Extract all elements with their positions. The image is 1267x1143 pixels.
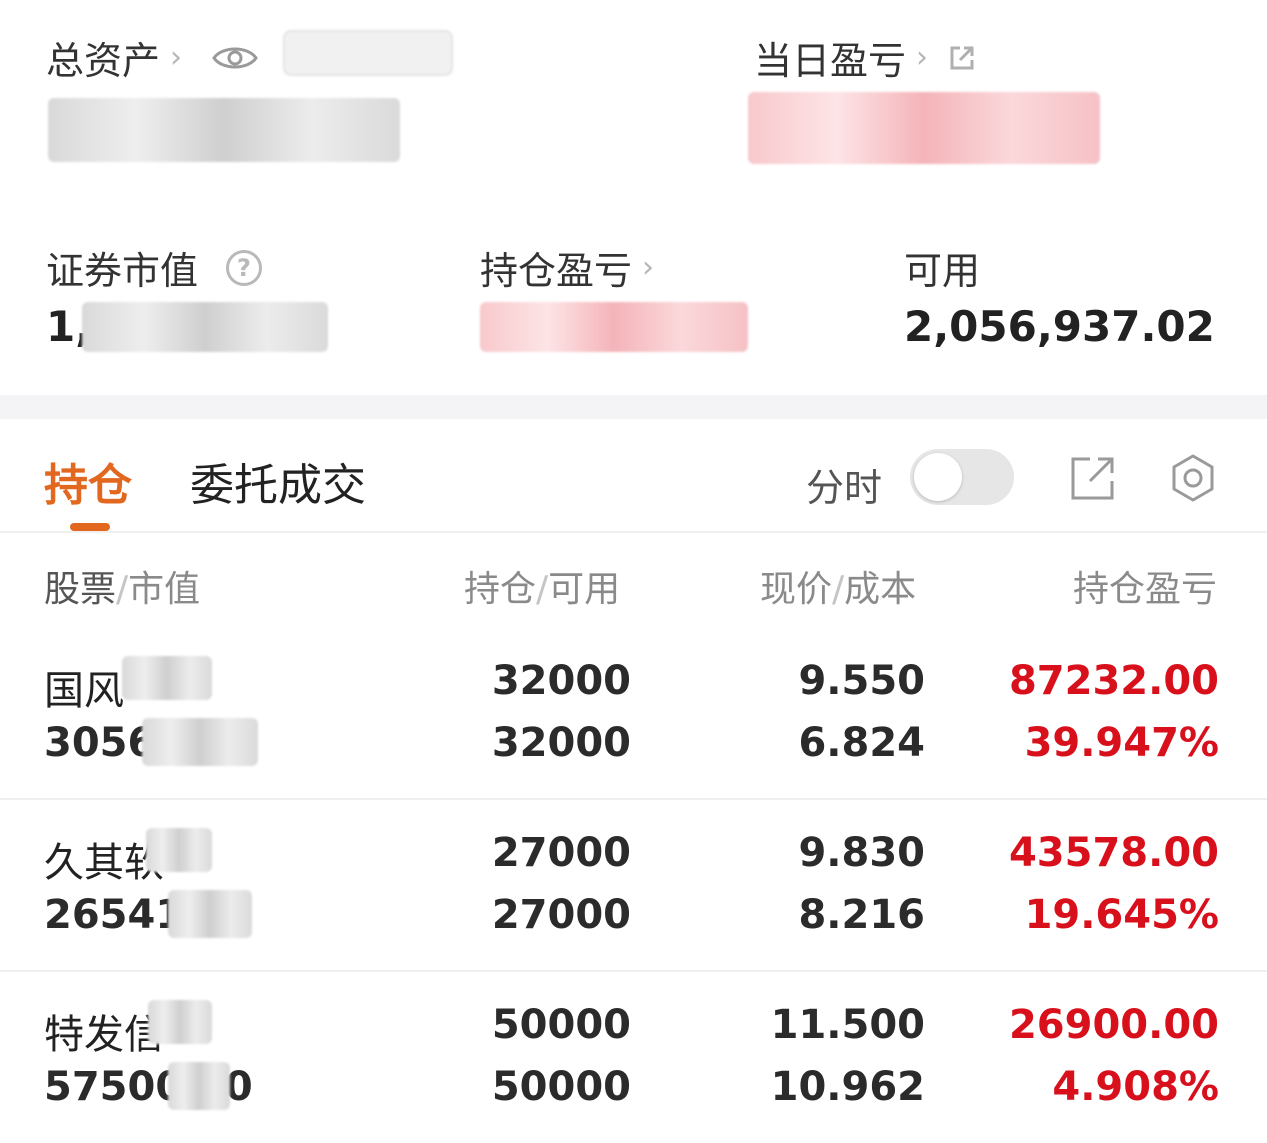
masked-text xyxy=(168,1062,230,1110)
header-price: 现价 xyxy=(760,569,833,610)
current-price: 9.550 xyxy=(798,658,925,704)
active-tab-indicator xyxy=(70,523,110,531)
masked-text xyxy=(142,718,258,766)
masked-text xyxy=(146,828,212,872)
current-price: 9.830 xyxy=(798,830,925,876)
holding-qty: 50000 xyxy=(491,1002,631,1048)
header-cost: 成本 xyxy=(844,569,917,610)
header-stock-market-value: 股票/市值 xyxy=(44,560,200,612)
cost-price: 6.824 xyxy=(798,720,925,766)
header-pnl: 持仓盈亏 xyxy=(1073,569,1218,610)
intraday-label: 分时 xyxy=(806,466,883,510)
header-separator: / xyxy=(832,569,845,610)
question-icon[interactable]: ? xyxy=(226,249,263,286)
gear-icon[interactable] xyxy=(1168,453,1218,503)
pnl-percent: 39.947% xyxy=(1024,720,1219,766)
chevron-right-icon: › xyxy=(642,250,655,285)
total-assets-value-masked xyxy=(48,98,400,162)
available-value: 2,056,937.02 xyxy=(904,302,1215,351)
toggle-knob xyxy=(914,453,962,501)
market-value-label: 证券市值 xyxy=(46,249,199,293)
header-separator: / xyxy=(116,569,129,610)
market-value-item: 证券市值 ? xyxy=(46,240,263,295)
position-pnl-label: 持仓盈亏 xyxy=(480,249,633,293)
tab-orders[interactable]: 委托成交 xyxy=(190,449,366,513)
masked-text xyxy=(168,890,252,938)
table-row[interactable]: 国风 3056 32000 32000 9.550 6.824 87232.00… xyxy=(0,628,1267,800)
stock-name: 特发信 xyxy=(44,1012,164,1058)
available-label: 可用 xyxy=(904,249,981,293)
daily-pnl-label: 当日盈亏 xyxy=(754,39,907,83)
table-row[interactable]: 特发信 57500 00 50000 50000 11.500 10.962 2… xyxy=(0,972,1267,1143)
chevron-right-icon: › xyxy=(170,40,183,75)
current-price: 11.500 xyxy=(770,1002,925,1048)
total-assets-label: 总资产 xyxy=(46,39,161,83)
market-value-masked xyxy=(82,302,328,352)
header-market-value: 市值 xyxy=(128,569,201,610)
header-stock: 股票 xyxy=(44,569,117,610)
header-separator: / xyxy=(536,569,549,610)
cost-price: 8.216 xyxy=(798,892,925,938)
pnl-amount: 43578.00 xyxy=(1008,830,1219,876)
total-assets-button[interactable]: 总资产 › xyxy=(46,30,258,85)
chevron-right-icon: › xyxy=(916,40,929,75)
daily-pnl-value-masked xyxy=(748,92,1100,164)
pnl-amount: 87232.00 xyxy=(1008,658,1219,704)
available-qty: 50000 xyxy=(491,1064,631,1110)
account-summary: 总资产 › 当日盈亏 › 证券市值 ? 1, 持仓盈亏 › 可用 2,056,9… xyxy=(0,0,1267,395)
masked-text xyxy=(148,1000,212,1044)
external-link-icon[interactable] xyxy=(1068,453,1118,503)
pnl-percent: 4.908% xyxy=(1052,1064,1219,1110)
masked-text xyxy=(122,656,212,700)
holdings-table-header: 股票/市值 持仓/可用 现价/成本 持仓盈亏 xyxy=(0,540,1267,620)
position-pnl-button[interactable]: 持仓盈亏 › xyxy=(480,240,654,295)
cost-price: 10.962 xyxy=(770,1064,925,1110)
holding-qty: 32000 xyxy=(491,658,631,704)
external-link-icon[interactable] xyxy=(946,42,978,74)
stock-market-value: 3056 xyxy=(44,720,156,766)
header-available: 可用 xyxy=(548,569,621,610)
section-divider xyxy=(0,395,1267,419)
header-holding-available: 持仓/可用 xyxy=(464,560,620,612)
pnl-percent: 19.645% xyxy=(1024,892,1219,938)
header-price-cost: 现价/成本 xyxy=(760,560,916,612)
available-qty: 27000 xyxy=(491,892,631,938)
table-row[interactable]: 久其软 265416 27000 27000 9.830 8.216 43578… xyxy=(0,800,1267,972)
header-holding: 持仓 xyxy=(464,569,537,610)
tab-positions[interactable]: 持仓 xyxy=(44,449,132,513)
holding-qty: 27000 xyxy=(491,830,631,876)
stock-name: 国风 xyxy=(44,668,124,714)
intraday-toggle[interactable] xyxy=(910,449,1014,505)
tab-bar: 持仓 委托成交 分时 xyxy=(0,419,1267,533)
daily-pnl-button[interactable]: 当日盈亏 › xyxy=(754,30,978,85)
pnl-amount: 26900.00 xyxy=(1008,1002,1219,1048)
masked-value xyxy=(283,30,453,76)
available-qty: 32000 xyxy=(491,720,631,766)
eye-icon[interactable] xyxy=(212,44,258,72)
position-pnl-value-masked xyxy=(480,302,748,352)
